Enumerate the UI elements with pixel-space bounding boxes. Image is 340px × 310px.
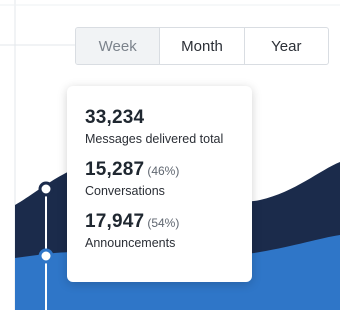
- total-value: 33,234: [85, 107, 145, 128]
- messages-chart-widget: Week Month Year 33,234 Messages delivere…: [0, 0, 340, 310]
- period-selector: Week Month Year: [75, 27, 329, 65]
- conversations-stat: 15,287 (46%) Conversations: [85, 159, 252, 198]
- conversations-value: 15,287: [85, 159, 145, 180]
- announcements-value: 17,947: [85, 211, 145, 232]
- announcements-percent: (54%): [147, 216, 180, 230]
- tab-year[interactable]: Year: [243, 28, 328, 64]
- conversations-percent: (46%): [147, 164, 180, 178]
- tab-month[interactable]: Month: [159, 28, 243, 64]
- tab-week[interactable]: Week: [76, 28, 160, 64]
- announcements-stat: 17,947 (54%) Announcements: [85, 211, 252, 250]
- conversations-point-marker: [38, 181, 54, 197]
- announcements-label: Announcements: [85, 236, 176, 250]
- total-stat: 33,234 Messages delivered total: [85, 107, 252, 146]
- total-label: Messages delivered total: [85, 132, 224, 146]
- conversations-label: Conversations: [85, 184, 165, 198]
- announcements-point-marker: [38, 248, 54, 264]
- data-tooltip: 33,234 Messages delivered total 15,287 (4…: [67, 86, 252, 282]
